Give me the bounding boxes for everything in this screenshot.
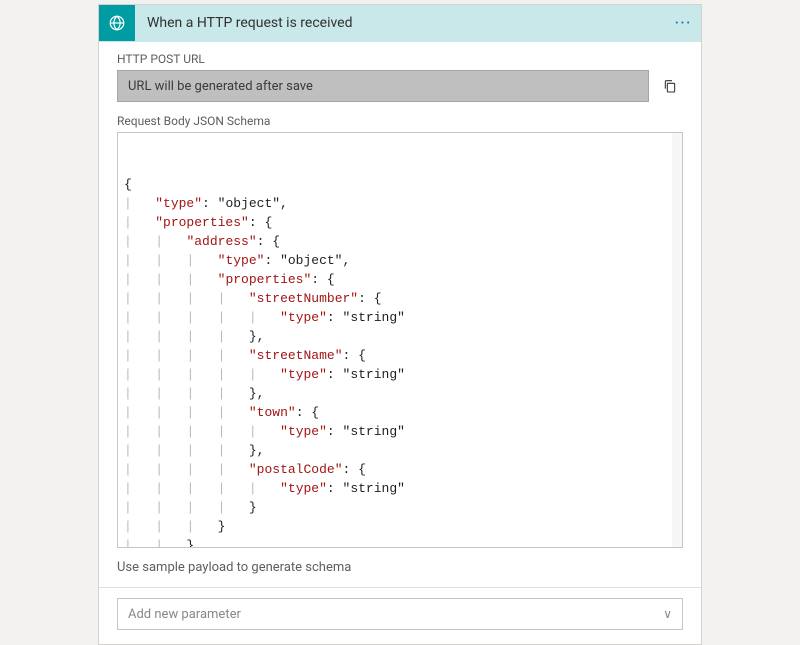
- card-title: When a HTTP request is received: [135, 15, 665, 31]
- schema-label: Request Body JSON Schema: [117, 114, 683, 128]
- divider: [99, 587, 701, 588]
- add-parameter-section: Add new parameter ∨: [99, 598, 701, 630]
- trigger-card: When a HTTP request is received ··· HTTP…: [98, 4, 702, 645]
- http-url-value: URL will be generated after save: [128, 79, 313, 94]
- chevron-down-icon: ∨: [663, 607, 672, 621]
- copy-url-button[interactable]: [657, 73, 683, 99]
- http-url-row: URL will be generated after save: [117, 70, 683, 102]
- schema-editor[interactable]: { | "type": "object", | "properties": { …: [117, 132, 683, 548]
- card-header[interactable]: When a HTTP request is received ···: [99, 5, 701, 42]
- http-trigger-icon: [99, 5, 135, 41]
- card-menu-button[interactable]: ···: [665, 13, 701, 34]
- copy-icon: [662, 78, 678, 94]
- schema-code[interactable]: { | "type": "object", | "properties": { …: [120, 173, 680, 548]
- card-body: HTTP POST URL URL will be generated afte…: [99, 42, 701, 644]
- use-sample-payload-link[interactable]: Use sample payload to generate schema: [117, 560, 683, 575]
- http-url-label: HTTP POST URL: [117, 52, 683, 66]
- add-parameter-placeholder: Add new parameter: [128, 607, 241, 622]
- add-parameter-dropdown[interactable]: Add new parameter ∨: [117, 598, 683, 630]
- http-url-field: URL will be generated after save: [117, 70, 649, 102]
